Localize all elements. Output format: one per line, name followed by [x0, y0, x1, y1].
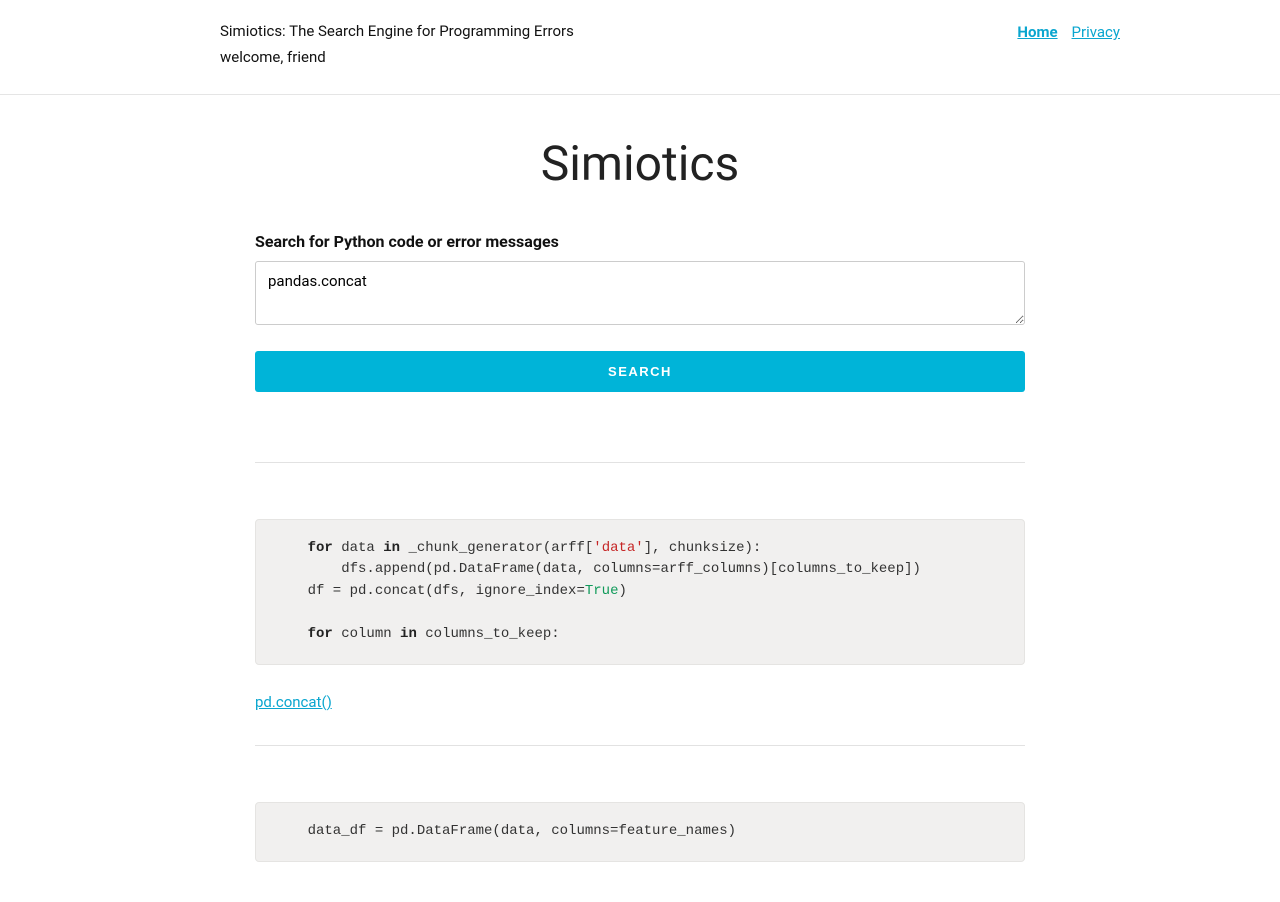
header: Simiotics: The Search Engine for Program… [0, 0, 1280, 95]
results-divider [255, 745, 1025, 746]
header-text: Simiotics: The Search Engine for Program… [220, 22, 574, 66]
site-tagline: Simiotics: The Search Engine for Program… [220, 22, 574, 42]
result-code-block: data_df = pd.DataFrame(data, columns=fea… [255, 802, 1025, 862]
nav-privacy-link[interactable]: Privacy [1072, 23, 1120, 41]
result-code-block: for data in _chunk_generator(arff['data'… [255, 519, 1025, 665]
result-link[interactable]: pd.concat() [255, 693, 332, 711]
search-label: Search for Python code or error messages [255, 232, 1025, 251]
search-button[interactable]: Search [255, 351, 1025, 392]
top-nav: Home Privacy [1007, 22, 1120, 41]
page-title: Simiotics [255, 135, 1025, 192]
welcome-message: welcome, friend [220, 48, 574, 66]
main-content: Simiotics Search for Python code or erro… [255, 95, 1025, 902]
nav-home-link[interactable]: Home [1017, 23, 1057, 41]
results-divider [255, 462, 1025, 463]
search-input[interactable] [255, 261, 1025, 325]
